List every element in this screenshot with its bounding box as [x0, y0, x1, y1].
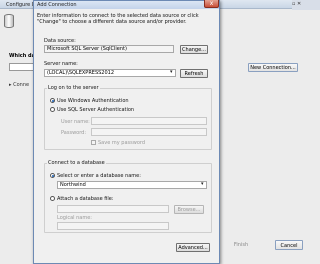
save-password-checkbox[interactable]: [91, 140, 96, 145]
dialog-title: Add Connection: [37, 2, 77, 8]
data-source-field: Microsoft SQL Server (SqlClient): [44, 45, 174, 53]
connection-expander-label: Conne: [13, 82, 30, 88]
finish-button[interactable]: Finish: [226, 240, 256, 250]
chevron-down-icon[interactable]: ▾: [170, 69, 173, 75]
password-label: Password:: [61, 130, 87, 136]
server-name-combo[interactable]: (LOCAL)\SQLEXPRESS2012: [44, 69, 176, 77]
server-name-label: Server name:: [44, 61, 78, 67]
dialog-instructions: Enter information to connect to the sele…: [37, 13, 199, 25]
data-source-label: Data source:: [44, 38, 76, 44]
attach-db-radio[interactable]: [50, 196, 55, 201]
browse-button[interactable]: Browse...: [174, 205, 204, 214]
windows-auth-radio[interactable]: [50, 98, 55, 103]
select-db-label[interactable]: Select or enter a database name:: [57, 173, 141, 179]
connection-string-expander[interactable]: ▸ Conne: [9, 82, 29, 88]
server-name-value: (LOCAL)\SQLEXPRESS2012: [47, 70, 115, 76]
database-group-label: Connect to a database: [47, 160, 106, 166]
password-field[interactable]: [91, 128, 207, 136]
attach-file-field[interactable]: [57, 205, 169, 213]
sql-auth-label[interactable]: Use SQL Server Authentication: [57, 107, 134, 113]
database-name-value: Northwind: [60, 182, 86, 188]
which-connection-label: Which da: [9, 53, 36, 59]
logon-group-label: Log on to the server: [47, 85, 100, 91]
advanced-button[interactable]: Advanced...: [176, 243, 210, 252]
attach-db-label[interactable]: Attach a database file:: [57, 196, 114, 202]
database-name-combo[interactable]: Northwind: [57, 181, 207, 189]
right-panel-close-icon[interactable]: ▫ ✕: [292, 1, 301, 7]
user-name-field[interactable]: [91, 117, 207, 125]
close-icon[interactable]: x: [204, 0, 219, 8]
select-db-radio[interactable]: [50, 173, 55, 178]
cancel-button[interactable]: Cancel: [275, 240, 303, 250]
save-password-label: Save my password: [98, 140, 146, 146]
refresh-button[interactable]: Refresh: [180, 69, 208, 78]
windows-auth-label[interactable]: Use Windows Authentication: [57, 98, 129, 104]
chevron-down-icon[interactable]: ▾: [201, 181, 204, 187]
database-icon: [4, 14, 14, 28]
new-connection-button[interactable]: New Connection...: [248, 63, 298, 72]
logical-name-label: Logical name:: [57, 215, 92, 221]
user-name-label: User name:: [61, 119, 90, 125]
logical-name-field[interactable]: [57, 222, 169, 230]
sql-auth-radio[interactable]: [50, 107, 55, 112]
change-button[interactable]: Change...: [180, 45, 208, 54]
